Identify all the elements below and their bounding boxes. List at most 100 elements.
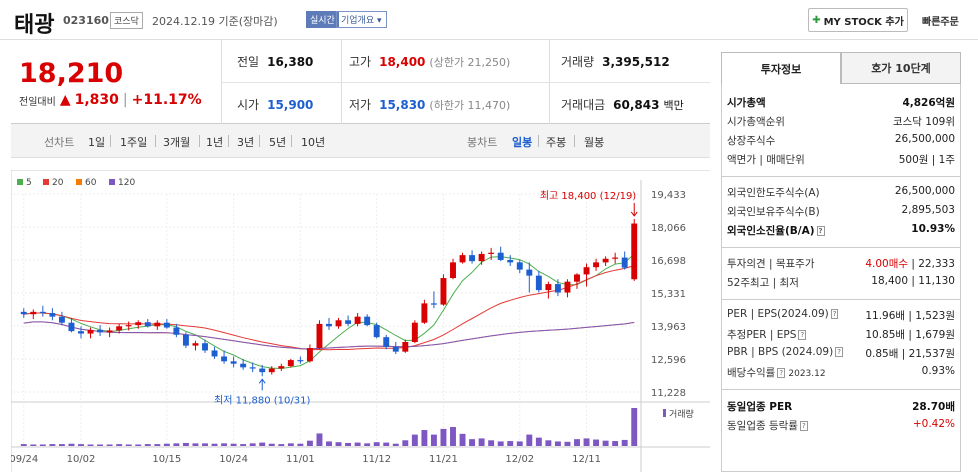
volume-bar [478, 438, 485, 446]
volume-bar [430, 434, 437, 446]
up-arrow-icon: ▲ [59, 92, 71, 108]
period-3m[interactable]: 3개월 [163, 134, 190, 150]
stat-value: 3,395,512 [602, 55, 670, 69]
candle-body [383, 337, 390, 347]
info-pbr: PBR | BPS (2024.09)? 0.85배 | 21,537원 [727, 346, 955, 361]
mystock-add-button[interactable]: ✚ MY STOCK 추가 [808, 8, 908, 32]
info-value: 4.00매수 | 22,333 [865, 256, 955, 271]
x-tick-label: 10/15 [152, 454, 181, 465]
candle-body [612, 257, 619, 259]
info-value: 28.70배 [912, 401, 955, 413]
tab-hoga[interactable]: 호가 10단계 [841, 52, 961, 84]
period-1y[interactable]: 1년 [206, 134, 223, 150]
candle-body [192, 343, 199, 346]
quick-order-link[interactable]: 빠른주문 [922, 13, 959, 28]
period-1w[interactable]: 1주일 [120, 134, 147, 150]
candle-body [221, 356, 228, 362]
help-icon[interactable]: ? [799, 421, 808, 431]
period-daily[interactable]: 일봉 [512, 134, 532, 150]
candle-body [202, 343, 208, 351]
help-icon[interactable]: ? [816, 226, 825, 236]
volume-bar [249, 443, 256, 446]
candle-body [116, 326, 123, 331]
candle-body [211, 350, 218, 357]
period-1d[interactable]: 1일 [88, 134, 105, 150]
help-icon[interactable]: ? [835, 347, 843, 357]
volume-bar [144, 444, 151, 446]
stock-header: 태광 023160 코스닥 2024.12.19 기준(장마감) 실시간 기업개… [0, 0, 978, 40]
volume-bar [211, 443, 218, 446]
volume-bar [97, 444, 104, 446]
period-3y[interactable]: 3년 [237, 134, 254, 150]
divider [110, 135, 111, 147]
candle-body [87, 329, 94, 334]
volume-bar [335, 442, 342, 446]
info-value: 0.85배 | 21,537원 [865, 348, 955, 360]
market-badge: 코스닥 [110, 12, 143, 29]
info-key: 외국인소진율(B/A)? [727, 223, 825, 238]
info-key: 동일업종 등락률? [727, 418, 808, 433]
candle-body [154, 322, 161, 327]
plus-icon: ✚ [812, 14, 821, 26]
help-icon[interactable]: ? [798, 330, 807, 340]
candle-body [631, 223, 638, 280]
period-monthly[interactable]: 월봉 [584, 134, 604, 150]
candle-body [20, 311, 27, 315]
info-value: 코스닥 109위 [892, 116, 955, 128]
candle-body [488, 252, 495, 254]
candle-body [106, 330, 113, 333]
x-tick-label: 12/02 [505, 454, 534, 465]
volume-bar [49, 444, 56, 446]
period-10y[interactable]: 10년 [301, 134, 325, 150]
company-info-dropdown[interactable]: 기업개요 ▾ [336, 11, 387, 28]
candle-body [535, 275, 542, 291]
stat-label: 고가 [349, 55, 372, 69]
volume-bar [364, 443, 371, 446]
candle-body [249, 367, 256, 369]
stat-label: 시가 [237, 98, 260, 112]
info-value: 10.93% [911, 223, 955, 235]
volume-bar [39, 444, 46, 446]
low-annotation: 최저 11,880 (10/31) [214, 394, 310, 406]
info-foreign-hold: 외국인보유주식수(B) 2,895,503 [727, 204, 955, 219]
candle-body [364, 316, 371, 326]
stat-value: 15,900 [267, 98, 314, 112]
candle-body [278, 366, 285, 369]
volume-bar [345, 442, 352, 446]
candle-body [354, 316, 361, 324]
info-value: 26,500,000 [894, 133, 955, 145]
info-market-rank: 시가총액순위 코스닥 109위 [727, 114, 955, 129]
info-value: 11.96배 | 1,523원 [865, 310, 955, 322]
y-tick-label: 16,698 [651, 256, 686, 267]
help-icon[interactable]: ? [830, 309, 839, 319]
candle-body [326, 323, 332, 327]
volume-bar [574, 439, 580, 446]
volume-bar [192, 443, 199, 446]
y-tick-label: 19,433 [651, 190, 686, 201]
info-value: +0.42% [912, 418, 955, 430]
target-price: | 22,333 [911, 258, 955, 270]
info-key-text: 추정PER | EPS [727, 329, 797, 341]
volume-bar [516, 441, 523, 446]
stock-code: 023160 [63, 14, 109, 27]
period-weekly[interactable]: 주봉 [546, 134, 566, 150]
realtime-button[interactable]: 실시간 [306, 11, 339, 28]
period-5y[interactable]: 5년 [269, 134, 286, 150]
info-est-per: 추정PER | EPS? 10.85배 | 1,679원 [727, 327, 955, 342]
info-key: 시가총액 [727, 97, 766, 109]
help-icon[interactable]: ? [777, 368, 786, 378]
tab-invest-info[interactable]: 투자정보 [721, 52, 841, 84]
candle-body [39, 311, 46, 314]
change-percent: +11.17% [131, 92, 202, 108]
volume-bar [488, 440, 495, 446]
date-text: 2024.12.19 기준(장마감) [152, 15, 278, 28]
info-key: 액면가 | 매매단위 [727, 154, 805, 166]
x-tick-label: 11/12 [362, 454, 391, 465]
y-tick-label: 18,066 [651, 223, 686, 234]
info-key-text: PER | EPS(2024.09) [727, 308, 829, 320]
candle-body [58, 316, 65, 323]
chart-svg: 5 20 60 120 19,433 18,066 16,698 15,331 13,963 12… [9, 169, 710, 472]
info-key: 배당수익률? 2023.12 [727, 365, 826, 380]
volume-bar [621, 439, 628, 446]
candle-chart[interactable]: 5 20 60 120 19,433 18,066 16,698 15,331 13,963 12… [9, 169, 710, 472]
